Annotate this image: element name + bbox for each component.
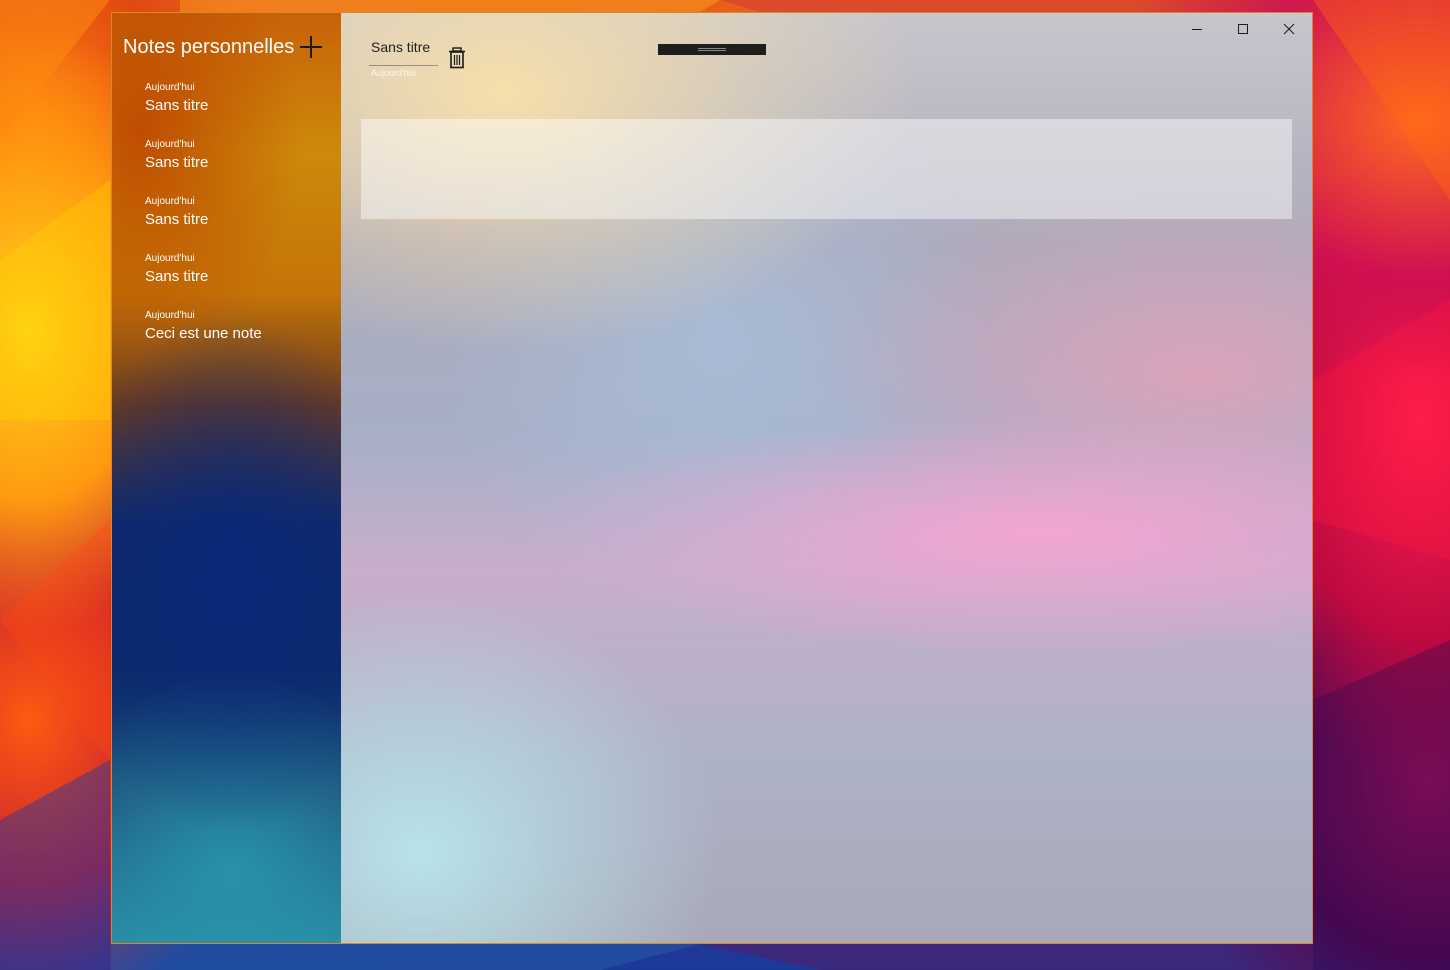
maximize-icon bbox=[1238, 24, 1248, 34]
note-list-item[interactable]: Aujourd'hui Sans titre bbox=[112, 81, 341, 138]
note-body-editor[interactable] bbox=[361, 119, 1292, 219]
minimize-button[interactable] bbox=[1182, 18, 1212, 40]
sidebar: Notes personnelles Aujourd'hui Sans titr… bbox=[112, 13, 341, 943]
note-title-input[interactable]: Sans titre bbox=[371, 39, 430, 55]
note-title: Sans titre bbox=[145, 211, 209, 228]
trash-icon bbox=[449, 47, 465, 69]
note-list-item[interactable]: Aujourd'hui Sans titre bbox=[112, 252, 341, 309]
delete-note-button[interactable] bbox=[447, 47, 467, 69]
minimize-icon bbox=[1192, 29, 1202, 30]
note-pane: Sans titre Aujourd'hui bbox=[341, 13, 1312, 943]
note-date: Aujourd'hui bbox=[145, 253, 195, 264]
note-list-item[interactable]: Aujourd'hui Sans titre bbox=[112, 195, 341, 252]
note-list: Aujourd'hui Sans titre Aujourd'hui Sans … bbox=[112, 81, 341, 366]
note-date: Aujourd'hui bbox=[145, 310, 195, 321]
close-icon bbox=[1283, 23, 1295, 35]
add-note-button[interactable] bbox=[300, 36, 322, 58]
app-window: Notes personnelles Aujourd'hui Sans titr… bbox=[111, 12, 1313, 944]
note-date-label: Aujourd'hui bbox=[371, 68, 416, 78]
note-title: Ceci est une note bbox=[145, 325, 262, 342]
maximize-button[interactable] bbox=[1228, 18, 1258, 40]
close-button[interactable] bbox=[1274, 18, 1304, 40]
drag-handle[interactable] bbox=[658, 44, 766, 55]
note-date: Aujourd'hui bbox=[145, 196, 195, 207]
note-list-item[interactable]: Aujourd'hui Sans titre bbox=[112, 138, 341, 195]
note-title: Sans titre bbox=[145, 268, 209, 285]
note-list-item[interactable]: Aujourd'hui Ceci est une note bbox=[112, 309, 341, 366]
note-date: Aujourd'hui bbox=[145, 139, 195, 150]
note-title: Sans titre bbox=[145, 97, 209, 114]
note-title: Sans titre bbox=[145, 154, 209, 171]
note-date: Aujourd'hui bbox=[145, 82, 195, 93]
note-title-field[interactable]: Sans titre bbox=[369, 37, 438, 66]
app-title: Notes personnelles bbox=[123, 36, 295, 58]
